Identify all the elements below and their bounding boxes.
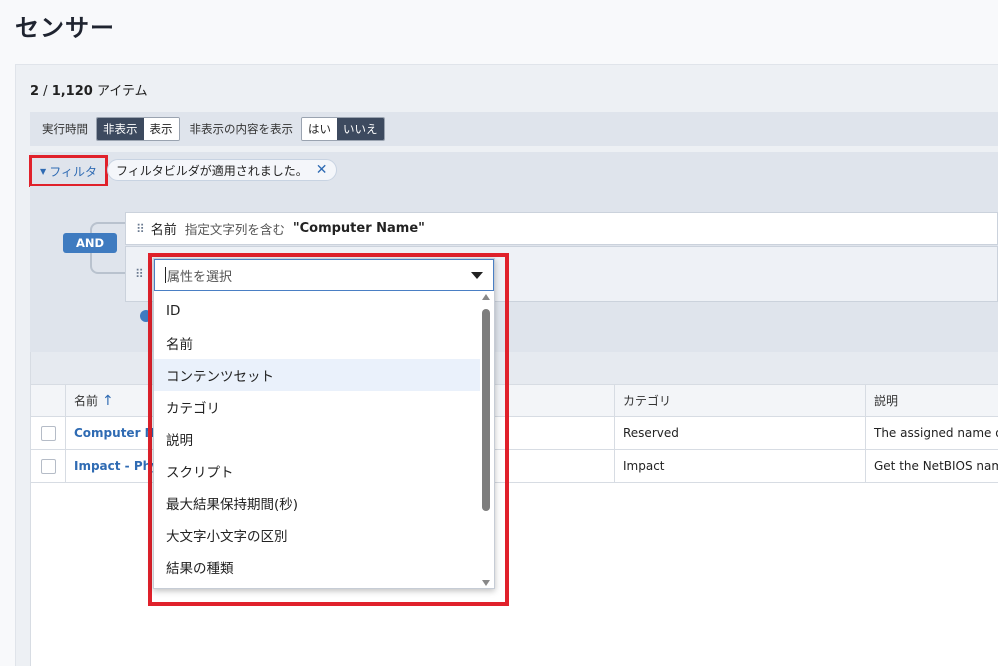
show-hidden-label: 非表示の内容を表示: [189, 122, 294, 136]
show-hidden-toggle: はい いいえ: [301, 117, 385, 141]
filter-chip-text: フィルタビルダが適用されました。: [116, 163, 308, 178]
row-category: Reserved: [614, 417, 865, 449]
item-count: 2 / 1,120 アイテム: [30, 80, 148, 99]
attribute-option[interactable]: 名前: [154, 327, 480, 359]
column-header-category[interactable]: カテゴリ: [614, 385, 865, 416]
show-hidden-no-button[interactable]: いいえ: [337, 118, 384, 140]
page-title: センサー: [15, 14, 115, 42]
attribute-option[interactable]: 説明: [154, 423, 480, 455]
column-category-label: カテゴリ: [623, 394, 672, 408]
item-count-total: 1,120: [51, 84, 93, 99]
row-select-cell: [31, 417, 65, 449]
item-count-unit: アイテム: [96, 84, 148, 99]
text-cursor: [165, 267, 166, 283]
row-category: Impact: [614, 450, 865, 482]
filter-toggle-button[interactable]: ▼ フィルタ: [29, 155, 108, 187]
scroll-down-icon[interactable]: [482, 580, 490, 586]
attribute-select-input[interactable]: 属性を選択: [154, 259, 494, 291]
attribute-option[interactable]: ID: [154, 295, 480, 327]
filter-toggle-label: フィルタ: [49, 164, 97, 179]
attribute-select-placeholder: 属性を選択: [167, 269, 233, 285]
filter-applied-chip: フィルタビルダが適用されました。 ✕: [107, 159, 337, 181]
rule-value: "Computer Name": [292, 221, 425, 236]
exec-time-hide-button[interactable]: 非表示: [97, 118, 144, 140]
sort-ascending-icon[interactable]: ↑: [102, 393, 114, 409]
filter-rule[interactable]: ⠿ 名前 指定文字列を含む "Computer Name": [125, 212, 998, 245]
attribute-option[interactable]: スクリプト: [154, 455, 480, 487]
exec-time-show-button[interactable]: 表示: [143, 118, 179, 140]
rule-field: 名前: [150, 223, 177, 238]
item-count-separator: /: [39, 84, 52, 99]
row-description: Get the NetBIOS name: [865, 450, 998, 482]
attribute-option[interactable]: カテゴリ: [154, 391, 480, 423]
item-count-shown: 2: [30, 84, 40, 99]
exec-time-toggle: 非表示 表示: [96, 117, 180, 141]
dropdown-arrow-icon[interactable]: [471, 272, 483, 279]
exec-time-label: 実行時間: [42, 122, 88, 136]
row-checkbox[interactable]: [40, 458, 56, 474]
row-description: The assigned name of: [865, 417, 998, 449]
header-select-cell: [31, 385, 65, 416]
column-header-description[interactable]: 説明: [865, 385, 998, 416]
rule-operator: 指定文字列を含む: [184, 222, 285, 237]
close-icon[interactable]: ✕: [316, 162, 328, 178]
scrollbar-thumb[interactable]: [482, 309, 490, 511]
column-description-label: 説明: [874, 394, 899, 408]
attribute-option[interactable]: 結果の種類: [154, 551, 480, 583]
column-name-label: 名前: [74, 394, 99, 408]
attribute-option[interactable]: 最大結果保持期間(秒): [154, 487, 480, 519]
row-select-cell: [31, 450, 65, 482]
attribute-dropdown: 属性を選択 ID 名前 コンテンツセット カテゴリ 説明 スクリプト 最大結果保持期間(秒)…: [153, 258, 495, 589]
attribute-option[interactable]: コンテンツセット: [154, 359, 480, 391]
and-operator-button[interactable]: AND: [63, 233, 117, 253]
view-toolbar: 実行時間 非表示 表示 非表示の内容を表示 はい いいえ: [30, 112, 998, 146]
drag-handle-icon[interactable]: ⠿: [135, 267, 144, 281]
drag-handle-icon[interactable]: ⠿: [136, 222, 145, 236]
scrollbar[interactable]: [480, 293, 492, 588]
show-hidden-yes-button[interactable]: はい: [302, 118, 337, 140]
row-checkbox[interactable]: [40, 425, 56, 441]
attribute-option[interactable]: 大文字小文字の区別: [154, 519, 480, 551]
scroll-up-icon[interactable]: [482, 294, 490, 300]
caret-down-icon: ▼: [40, 166, 47, 176]
attribute-option-list: ID 名前 コンテンツセット カテゴリ 説明 スクリプト 最大結果保持期間(秒) 大文字小文字…: [154, 295, 480, 583]
